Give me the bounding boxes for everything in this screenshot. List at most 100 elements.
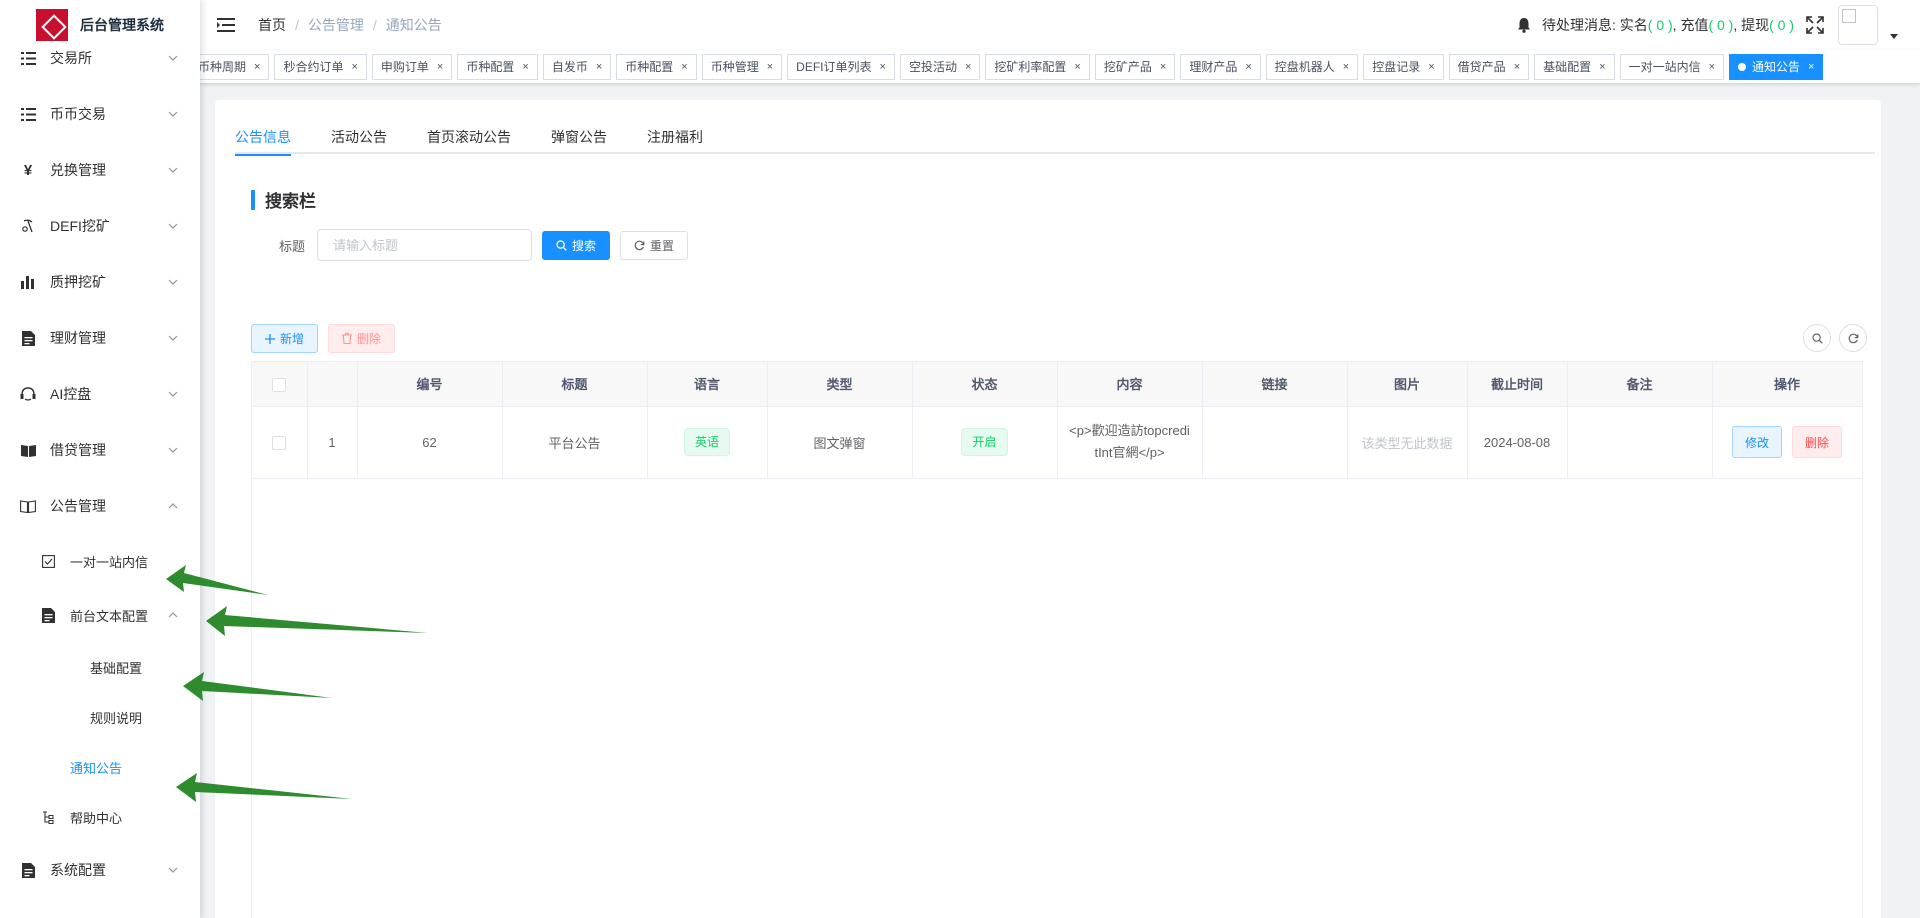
close-icon[interactable]: × bbox=[1709, 55, 1715, 79]
tab-home-scroll-announcement[interactable]: 首页滚动公告 bbox=[407, 120, 531, 154]
close-icon[interactable]: × bbox=[681, 55, 687, 79]
sidebar-item-loan[interactable]: 借贷管理 bbox=[0, 422, 200, 478]
tag-item[interactable]: 空投活动 × bbox=[899, 53, 981, 80]
tag-item[interactable]: 一对一站内信 × bbox=[1619, 53, 1725, 80]
sidebar-item-convert[interactable]: ¥ 兑换管理 bbox=[0, 142, 200, 198]
sidebar-item-staking[interactable]: 质押挖矿 bbox=[0, 254, 200, 310]
tag-item[interactable]: 理财产品 × bbox=[1180, 53, 1261, 80]
row-delete-button[interactable]: 删除 bbox=[1792, 426, 1843, 458]
tag-item[interactable]: 币种管理 × bbox=[701, 53, 783, 80]
close-icon[interactable]: × bbox=[1428, 55, 1434, 79]
sidebar-item-internal-message[interactable]: 一对一站内信 bbox=[0, 534, 200, 588]
row-select-cell[interactable] bbox=[252, 406, 308, 479]
top-navbar: 首页 / 公告管理 / 通知公告 待处理消息: 实名( 0 ), 充值( 0 )… bbox=[200, 0, 1920, 50]
tag-item[interactable]: 挖矿产品 × bbox=[1094, 53, 1176, 80]
chevron-down-icon bbox=[168, 867, 178, 873]
tag-item[interactable]: 币种周期 × bbox=[200, 53, 270, 80]
close-icon[interactable]: × bbox=[351, 55, 357, 79]
toggle-search-button[interactable] bbox=[1803, 324, 1831, 352]
close-icon[interactable]: × bbox=[1074, 55, 1080, 79]
close-icon[interactable]: × bbox=[1343, 55, 1349, 79]
refresh-table-button[interactable] bbox=[1839, 324, 1867, 352]
sidebar-item-system-config[interactable]: 系统配置 bbox=[0, 842, 200, 898]
delete-button[interactable]: 删除 bbox=[328, 324, 396, 353]
column-header-image: 图片 bbox=[1347, 362, 1468, 407]
close-icon[interactable]: × bbox=[1160, 55, 1166, 79]
tag-item[interactable]: 控盘记录 × bbox=[1363, 53, 1444, 80]
sidebar-item-announcement[interactable]: 公告管理 bbox=[0, 478, 200, 534]
tag-item[interactable]: 秒合约订单 × bbox=[274, 53, 367, 80]
tab-announcement-info[interactable]: 公告信息 bbox=[235, 120, 311, 156]
add-button[interactable]: 新增 bbox=[251, 324, 319, 353]
sidebar-item-ai-control[interactable]: AI控盘 bbox=[0, 366, 200, 422]
tag-item[interactable]: 挖矿利率配置 × bbox=[985, 53, 1090, 80]
chevron-down-icon bbox=[168, 447, 178, 453]
tag-item[interactable]: 借贷产品 × bbox=[1448, 53, 1530, 80]
sidebar-item-label: 规则说明 bbox=[90, 710, 143, 726]
close-icon[interactable]: × bbox=[1245, 55, 1251, 79]
breadcrumb-announcement[interactable]: 公告管理 bbox=[308, 15, 364, 35]
breadcrumb-notice: 通知公告 bbox=[385, 17, 442, 33]
chevron-down-icon bbox=[168, 55, 178, 61]
search-button-label: 搜索 bbox=[572, 238, 597, 253]
close-icon[interactable]: × bbox=[965, 55, 971, 79]
close-icon[interactable]: × bbox=[596, 55, 602, 79]
title-label: 标题 bbox=[279, 238, 306, 254]
breadcrumb-separator: / bbox=[372, 17, 377, 33]
close-icon[interactable]: × bbox=[522, 55, 528, 79]
search-form: 标题 搜索 重置 bbox=[279, 229, 689, 261]
sidebar-item-frontend-text[interactable]: 前台文本配置 bbox=[0, 588, 200, 642]
sidebar-item-label: 质押挖矿 bbox=[50, 274, 106, 290]
breadcrumb-home[interactable]: 首页 bbox=[258, 15, 286, 35]
row-checkbox[interactable] bbox=[272, 435, 287, 450]
tab-popup-announcement[interactable]: 弹窗公告 bbox=[531, 120, 627, 154]
select-all-checkbox[interactable] bbox=[272, 377, 287, 392]
sidebar-item-coin-trade[interactable]: 币币交易 bbox=[0, 86, 200, 142]
column-header-deadline: 截止时间 bbox=[1467, 362, 1568, 407]
close-icon[interactable]: × bbox=[254, 55, 260, 79]
search-button[interactable]: 搜索 bbox=[542, 230, 611, 260]
bell-icon[interactable] bbox=[1516, 17, 1532, 33]
select-all-header[interactable] bbox=[252, 362, 308, 407]
tag-label: 币种周期 bbox=[200, 59, 247, 74]
close-icon[interactable]: × bbox=[1514, 55, 1520, 79]
tag-item[interactable]: DEFI订单列表 × bbox=[787, 53, 895, 80]
close-icon[interactable]: × bbox=[880, 55, 886, 79]
avatar[interactable] bbox=[1838, 5, 1878, 45]
page-scrollbar[interactable] bbox=[1912, 100, 1920, 918]
sidebar-item-exchange[interactable]: 交易所 bbox=[0, 30, 200, 86]
close-icon[interactable]: × bbox=[1808, 55, 1814, 79]
edit-button[interactable]: 修改 bbox=[1731, 426, 1782, 458]
column-header-link: 链接 bbox=[1202, 362, 1348, 407]
caret-down-icon[interactable] bbox=[1890, 33, 1898, 39]
close-icon[interactable]: × bbox=[1599, 55, 1605, 79]
list-icon bbox=[20, 50, 36, 66]
tag-item[interactable]: 控盘机器人 × bbox=[1265, 53, 1359, 80]
refresh-icon bbox=[634, 240, 645, 251]
tag-label: 基础配置 bbox=[1543, 59, 1592, 74]
sidebar-item-basic-config[interactable]: 基础配置 bbox=[0, 642, 200, 692]
tag-item[interactable]: 通知公告 × bbox=[1729, 53, 1824, 80]
fullscreen-icon[interactable] bbox=[1806, 16, 1824, 34]
hamburger-icon[interactable] bbox=[216, 15, 236, 35]
column-header-remark: 备注 bbox=[1567, 362, 1713, 407]
tag-item[interactable]: 币种配置 × bbox=[457, 53, 538, 80]
pending-messages[interactable]: 待处理消息: 实名( 0 ), 充值( 0 ), 提现( 0 ) bbox=[1542, 15, 1794, 35]
sidebar-item-help-center[interactable]: 帮助中心 bbox=[0, 792, 200, 842]
tag-label: 秒合约订单 bbox=[283, 59, 344, 74]
tag-item[interactable]: 基础配置 × bbox=[1534, 53, 1615, 80]
tab-register-bonus[interactable]: 注册福利 bbox=[627, 120, 723, 154]
close-icon[interactable]: × bbox=[437, 55, 443, 79]
tab-activity-announcement[interactable]: 活动公告 bbox=[311, 120, 407, 154]
sidebar-item-notice[interactable]: 通知公告 bbox=[0, 742, 200, 792]
title-search-input[interactable] bbox=[317, 229, 533, 261]
sidebar-item-finance[interactable]: 理财管理 bbox=[0, 310, 200, 366]
title-accent-bar bbox=[251, 189, 255, 210]
sidebar-item-rules[interactable]: 规则说明 bbox=[0, 692, 200, 742]
tag-item[interactable]: 申购订单 × bbox=[371, 53, 453, 80]
close-icon[interactable]: × bbox=[767, 55, 773, 79]
tag-item[interactable]: 币种配置 × bbox=[616, 53, 697, 80]
reset-button[interactable]: 重置 bbox=[620, 230, 689, 260]
sidebar-item-defi[interactable]: DEFI挖矿 bbox=[0, 198, 200, 254]
tag-item[interactable]: 自发币 × bbox=[542, 53, 612, 80]
